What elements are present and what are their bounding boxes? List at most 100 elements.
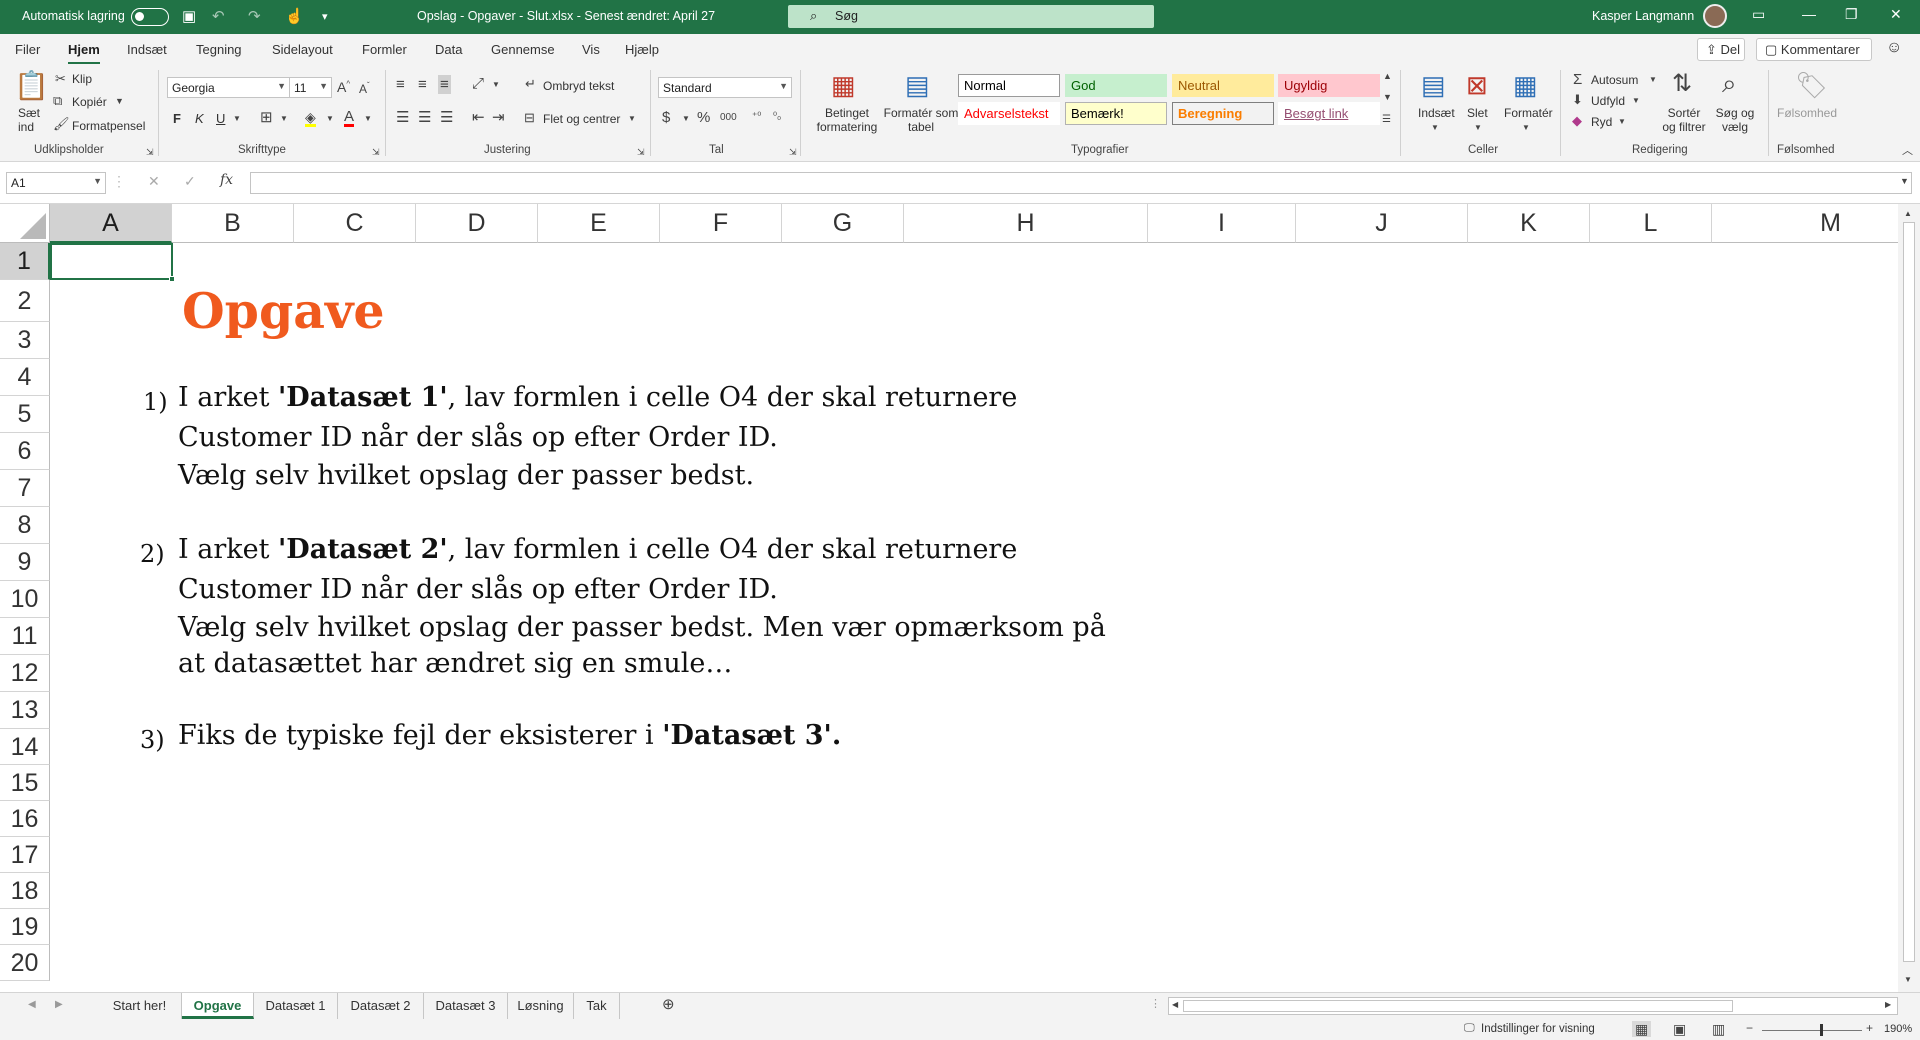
column-header-b[interactable]: B: [172, 204, 294, 243]
worksheet-grid[interactable]: ABCDEFGHIJKLM 1 2 3 4 5 6 7 8 9 10 11 12 13 14 15 16 17 1…: [0, 204, 1898, 992]
horizontal-scrollbar[interactable]: ◀ ▶: [1168, 997, 1898, 1015]
clear-dropdown-icon[interactable]: ▼: [1618, 118, 1626, 126]
align-right-icon[interactable]: ☰: [440, 110, 453, 125]
align-bottom-icon[interactable]: ≡: [438, 75, 451, 94]
font-name-combo[interactable]: Georgia ▼: [167, 77, 290, 98]
autosum-button[interactable]: Autosum: [1591, 73, 1638, 87]
autosum-icon[interactable]: Σ: [1573, 72, 1582, 87]
sort-filter-icon[interactable]: ⇅: [1672, 72, 1692, 96]
number-launcher-icon[interactable]: ⇲: [789, 148, 797, 157]
tab-tegning[interactable]: Tegning: [196, 42, 242, 57]
copy-dropdown-icon[interactable]: ▼: [115, 97, 124, 106]
row-header-4[interactable]: 4: [0, 359, 50, 396]
italic-button[interactable]: K: [195, 111, 204, 126]
search-box[interactable]: ⌕ Søg: [788, 5, 1154, 28]
autosave-toggle[interactable]: [131, 8, 169, 26]
autosum-dropdown-icon[interactable]: ▼: [1649, 76, 1657, 84]
gallery-more-icon[interactable]: ☰: [1382, 115, 1391, 125]
number-format-combo[interactable]: Standard ▼: [658, 77, 792, 98]
display-settings-button[interactable]: Indstillinger for visning: [1481, 1023, 1595, 1035]
cell-style-ugyldig[interactable]: Ugyldig: [1278, 74, 1380, 97]
format-as-table-icon[interactable]: ▤: [905, 72, 930, 98]
feedback-smiley-icon[interactable]: ☺: [1886, 39, 1902, 57]
cut-icon[interactable]: ✂: [55, 72, 66, 85]
decrease-indent-icon[interactable]: ⇤: [472, 110, 485, 125]
cell-style-normal[interactable]: Normal: [958, 74, 1060, 97]
avatar[interactable]: [1703, 4, 1727, 28]
cell-style-advarselstekst[interactable]: Advarselstekst: [958, 102, 1060, 125]
tab-hjem[interactable]: Hjem: [68, 42, 100, 65]
insert-cells-button[interactable]: Indsæt: [1418, 106, 1455, 120]
column-header-c[interactable]: C: [294, 204, 416, 243]
document-title[interactable]: Opslag - Opgaver - Slut.xlsx - Senest æn…: [417, 9, 715, 23]
add-sheet-icon[interactable]: ⊕: [662, 997, 675, 1012]
zoom-slider-thumb[interactable]: [1820, 1024, 1823, 1036]
scroll-thumb[interactable]: [1903, 222, 1915, 962]
expand-formula-icon[interactable]: ▼: [1900, 177, 1909, 186]
tab-gennemse[interactable]: Gennemse: [491, 42, 555, 57]
grow-font-icon[interactable]: A^: [337, 80, 350, 94]
wrap-text-button[interactable]: Ombryd tekst: [543, 79, 614, 93]
sheet-tab-4[interactable]: Datasæt 2: [338, 993, 424, 1019]
save-icon[interactable]: ▣: [182, 7, 196, 25]
row-header-16[interactable]: 16: [0, 801, 50, 837]
row-header-5[interactable]: 5: [0, 396, 50, 433]
percent-icon[interactable]: %: [697, 110, 710, 125]
select-all-button[interactable]: [0, 204, 50, 243]
row-header-9[interactable]: 9: [0, 544, 50, 581]
paste-icon[interactable]: 📋: [14, 72, 49, 100]
cell-style-neutral[interactable]: Neutral: [1172, 74, 1274, 97]
format-as-table-button[interactable]: Formatér som tabel: [882, 106, 960, 134]
tab-data[interactable]: Data: [435, 42, 462, 57]
cell-style-beregning[interactable]: Beregning: [1172, 102, 1274, 125]
insert-function-icon[interactable]: fx: [220, 173, 233, 187]
thousands-icon[interactable]: 000: [720, 113, 737, 123]
cell-style-besøgt-link[interactable]: Besøgt link: [1278, 102, 1380, 125]
row-header-7[interactable]: 7: [0, 470, 50, 507]
gallery-down-icon[interactable]: ▼: [1383, 93, 1392, 102]
tab-filer[interactable]: Filer: [15, 42, 40, 57]
tab-vis[interactable]: Vis: [582, 42, 600, 57]
increase-indent-icon[interactable]: ⇥: [492, 110, 505, 125]
scroll-right-icon[interactable]: ▶: [1885, 1001, 1891, 1009]
search-input[interactable]: Søg: [835, 9, 858, 23]
row-header-11[interactable]: 11: [0, 618, 50, 655]
merge-center-button[interactable]: Flet og centrer: [543, 112, 620, 126]
redo-icon[interactable]: ↷: [248, 7, 261, 25]
borders-dropdown-icon[interactable]: ▼: [280, 115, 288, 123]
cell-style-bemærk-[interactable]: Bemærk!: [1065, 102, 1167, 125]
wrap-text-icon[interactable]: ↵: [525, 77, 536, 90]
sheet-tab-6[interactable]: Løsning: [508, 993, 574, 1019]
sheet-tab-1[interactable]: Start her!: [98, 993, 182, 1019]
row-header-1[interactable]: 1: [0, 243, 50, 280]
next-sheet-icon[interactable]: ▶: [55, 1000, 63, 1010]
scroll-left-icon[interactable]: ◀: [1172, 1001, 1178, 1009]
find-select-icon[interactable]: ⌕: [1722, 70, 1737, 96]
copy-icon[interactable]: ⧉: [53, 94, 62, 107]
tab-split-icon[interactable]: ⋮: [1150, 999, 1161, 1010]
share-button[interactable]: ⇪ Del: [1697, 38, 1745, 61]
row-header-14[interactable]: 14: [0, 729, 50, 765]
decrease-decimal-icon[interactable]: ⁰₀: [773, 112, 781, 122]
align-top-icon[interactable]: ≡: [396, 77, 405, 92]
clipboard-launcher-icon[interactable]: ⇲: [146, 148, 154, 157]
borders-icon[interactable]: ⊞: [260, 110, 273, 125]
paste-button[interactable]: Sæt ind: [18, 106, 42, 134]
insert-cells-icon[interactable]: ▤: [1421, 72, 1446, 98]
currency-icon[interactable]: $: [662, 110, 670, 125]
sort-filter-button[interactable]: Sortér og filtrer: [1660, 106, 1708, 134]
collapse-ribbon-icon[interactable]: ︿: [1902, 146, 1913, 157]
fill-icon[interactable]: ⬇: [1572, 93, 1583, 106]
sensitivity-icon[interactable]: 🏷: [1795, 72, 1828, 98]
currency-dropdown-icon[interactable]: ▼: [682, 115, 690, 123]
touch-mode-icon[interactable]: ☝: [285, 7, 304, 25]
column-header-l[interactable]: L: [1590, 204, 1712, 243]
gallery-up-icon[interactable]: ▲: [1383, 72, 1392, 81]
tab-indsaet[interactable]: Indsæt: [127, 42, 167, 57]
insert-dropdown-icon[interactable]: ▼: [1431, 124, 1439, 132]
zoom-level[interactable]: 190%: [1884, 1023, 1912, 1035]
zoom-slider[interactable]: [1762, 1030, 1862, 1031]
underline-dropdown-icon[interactable]: ▼: [233, 115, 241, 123]
merge-center-icon[interactable]: ⊟: [524, 111, 535, 124]
orientation-dropdown-icon[interactable]: ▼: [492, 81, 500, 89]
